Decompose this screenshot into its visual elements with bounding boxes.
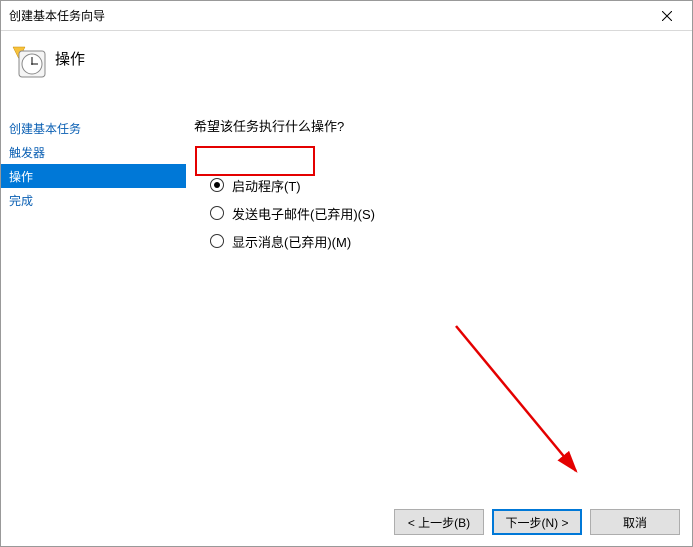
clock-icon [11, 43, 43, 75]
titlebar: 创建基本任务向导 [1, 1, 692, 31]
wizard-sidebar: 创建基本任务 触发器 操作 完成 [1, 86, 186, 498]
option-label: 启动程序(T) [232, 176, 301, 195]
wizard-body: 创建基本任务 触发器 操作 完成 希望该任务执行什么操作? 启动程序(T) 发送… [1, 86, 692, 498]
next-button[interactable]: 下一步(N) > [492, 509, 582, 535]
sidebar-item-finish[interactable]: 完成 [1, 188, 186, 212]
radio-icon [210, 178, 224, 192]
option-label: 发送电子邮件(已弃用)(S) [232, 204, 375, 223]
option-show-message[interactable]: 显示消息(已弃用)(M) [194, 227, 692, 255]
close-button[interactable] [644, 1, 690, 31]
wizard-window: 创建基本任务向导 操作 创建基本任务 触发器 操作 完成 希望该任务执行什么操作 [0, 0, 693, 547]
back-button[interactable]: < 上一步(B) [394, 509, 484, 535]
wizard-header: 操作 [1, 31, 692, 86]
radio-icon [210, 234, 224, 248]
option-start-program[interactable]: 启动程序(T) [194, 171, 692, 199]
action-question: 希望该任务执行什么操作? [194, 116, 692, 135]
window-title: 创建基本任务向导 [9, 7, 644, 24]
sidebar-item-action[interactable]: 操作 [1, 164, 186, 188]
option-label: 显示消息(已弃用)(M) [232, 232, 351, 251]
page-title: 操作 [55, 48, 85, 69]
wizard-content: 希望该任务执行什么操作? 启动程序(T) 发送电子邮件(已弃用)(S) 显示消息… [186, 86, 692, 498]
radio-icon [210, 206, 224, 220]
annotation-arrow [446, 316, 596, 486]
option-send-email[interactable]: 发送电子邮件(已弃用)(S) [194, 199, 692, 227]
sidebar-item-trigger[interactable]: 触发器 [1, 140, 186, 164]
wizard-footer: < 上一步(B) 下一步(N) > 取消 [1, 498, 692, 546]
sidebar-item-create-task[interactable]: 创建基本任务 [1, 116, 186, 140]
cancel-button[interactable]: 取消 [590, 509, 680, 535]
close-icon [662, 11, 672, 21]
